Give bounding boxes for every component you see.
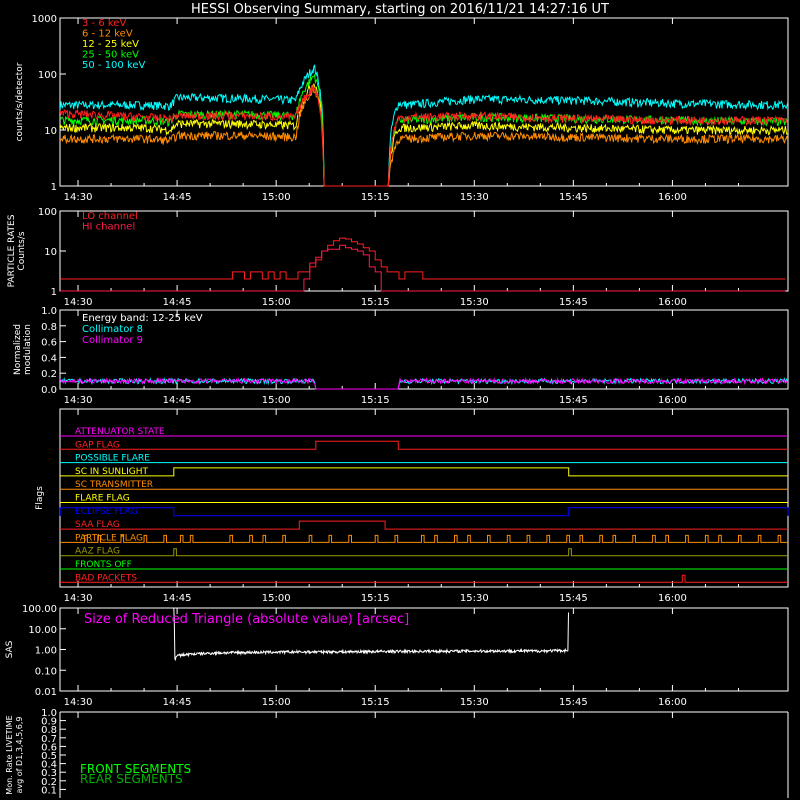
count_rates-legend-entry: 3 - 6 keV bbox=[82, 18, 126, 29]
count_rates-y-axis-label: counts/s/detector bbox=[15, 62, 25, 141]
modulation-x-tick-label: 15:30 bbox=[460, 395, 489, 406]
modulation-panel: 14:30 14:45 15:00 15:15 15:30 15:45 16:00 0.0 0.… bbox=[13, 306, 789, 406]
livetime-y-tick-label: 1.0 bbox=[41, 708, 57, 719]
flags-flag-trace bbox=[60, 440, 788, 450]
modulation-y-tick-label: 0.8 bbox=[41, 322, 57, 333]
modulation-legend-entry: Collimator 8 bbox=[82, 324, 143, 335]
particle_rates-x-tick-label: 16:00 bbox=[658, 297, 687, 308]
count_rates-series-line bbox=[59, 64, 789, 187]
sas-x-tick-label: 14:30 bbox=[64, 697, 93, 708]
flags-x-tick-label: 15:00 bbox=[262, 593, 291, 604]
particle_rates-y-axis-label: Counts/s bbox=[17, 231, 27, 270]
livetime-legend-entry: REAR SEGMENTS bbox=[80, 772, 183, 786]
flags-flag-trace bbox=[60, 520, 788, 530]
count_rates-legend-entry: 12 - 25 keV bbox=[82, 39, 139, 50]
particle_rates-x-tick-label: 15:00 bbox=[262, 297, 291, 308]
flags-x-tick-label: 15:30 bbox=[460, 593, 489, 604]
particle_rates-legend-entry: LO channel bbox=[82, 211, 138, 222]
sas-x-tick-label: 15:15 bbox=[361, 697, 390, 708]
sas-y-tick-label: 10.00 bbox=[28, 625, 57, 636]
modulation-legend-entry: Collimator 9 bbox=[82, 335, 143, 346]
count_rates-legend-entry: 6 - 12 keV bbox=[82, 29, 133, 40]
flags-flag-trace bbox=[59, 507, 789, 517]
count_rates-legend-entry: 25 - 50 keV bbox=[82, 50, 139, 61]
sas-x-tick-label: 16:00 bbox=[658, 697, 687, 708]
count_rates-x-tick-label: 14:45 bbox=[163, 192, 192, 203]
sas-y-tick-label: 0.10 bbox=[35, 666, 57, 677]
flags-flag-trace bbox=[60, 467, 788, 477]
count_rates-x-tick-label: 15:45 bbox=[559, 192, 588, 203]
modulation-y-tick-label: 1.0 bbox=[41, 306, 57, 317]
livetime-y-axis-label: avg of D1,3,4,5,6,9 bbox=[15, 717, 24, 794]
observing-summary-figure: HESSI Observing Summary, starting on 201… bbox=[5, 2, 789, 798]
modulation-y-axis-label: modulation bbox=[23, 324, 33, 375]
count_rates-y-tick-label: 1000 bbox=[32, 14, 57, 25]
flags-x-tick-label: 15:45 bbox=[559, 593, 588, 604]
modulation-x-tick-label: 14:45 bbox=[163, 395, 192, 406]
particle_rates-y-tick-label: 10 bbox=[44, 247, 57, 258]
panels: 14:30 14:45 15:00 15:15 15:30 15:45 16:0011010… bbox=[5, 14, 789, 798]
flags-flag-trace bbox=[60, 574, 788, 583]
particle_rates-y-tick-label: 1 bbox=[51, 287, 57, 298]
sas-x-tick-label: 15:00 bbox=[262, 697, 291, 708]
count_rates-legend-entry: 50 - 100 keV bbox=[82, 60, 146, 71]
sas-panel: 14:30 14:45 15:00 15:15 15:30 15:45 16:00 0.01 0… bbox=[5, 604, 789, 708]
particle_rates-series-line bbox=[60, 244, 786, 292]
modulation-annotation: Energy band: 12-25 keV bbox=[82, 313, 203, 324]
count_rates-y-tick-label: 10 bbox=[44, 126, 57, 137]
sas-x-tick-label: 14:45 bbox=[163, 697, 192, 708]
livetime-panel: 0.10.20.30.40.50.60.70.80.91.0Mon. Rate … bbox=[5, 708, 789, 798]
modulation-x-tick-label: 15:15 bbox=[361, 395, 390, 406]
modulation-y-tick-label: 0.0 bbox=[41, 385, 57, 396]
modulation-y-tick-label: 0.2 bbox=[41, 369, 57, 380]
flags-x-tick-label: 14:45 bbox=[163, 593, 192, 604]
modulation-y-tick-label: 0.4 bbox=[41, 353, 57, 364]
particle_rates-y-tick-label: 100 bbox=[38, 207, 57, 218]
count_rates-x-tick-label: 15:00 bbox=[262, 192, 291, 203]
flags-y-axis-label: Flags bbox=[35, 486, 45, 510]
figure-title: HESSI Observing Summary, starting on 201… bbox=[191, 2, 609, 17]
sas-y-tick-label: 1.00 bbox=[35, 646, 57, 657]
modulation-x-tick-label: 15:45 bbox=[559, 395, 588, 406]
modulation-y-axis-label: Normalized bbox=[13, 324, 23, 375]
flags-x-tick-label: 15:15 bbox=[361, 593, 390, 604]
flags-x-tick-label: 14:30 bbox=[64, 593, 93, 604]
modulation-x-tick-label: 14:30 bbox=[64, 395, 93, 406]
livetime-y-axis-label: Mon. Rate LIVETIME bbox=[5, 715, 14, 794]
particle_rates-y-axis-label: PARTICLE RATES bbox=[7, 214, 17, 287]
count_rates-x-tick-label: 15:15 bbox=[361, 192, 390, 203]
count_rates-x-tick-label: 14:30 bbox=[64, 192, 93, 203]
particle_rates-x-tick-label: 15:15 bbox=[361, 297, 390, 308]
flags-panel: 14:30 14:45 15:00 15:15 15:30 15:45 16:00 Flags… bbox=[35, 408, 789, 604]
count_rates-series-line bbox=[60, 73, 789, 187]
particle_rates-legend-entry: HI channel bbox=[82, 222, 135, 233]
sas-annotation: Size of Reduced Triangle (absolute value… bbox=[84, 612, 409, 627]
sas-y-axis-label: SAS bbox=[5, 640, 15, 658]
sas-y-tick-label: 100.00 bbox=[22, 604, 57, 615]
particle_rates-series-line bbox=[60, 237, 786, 280]
modulation-x-tick-label: 16:00 bbox=[658, 395, 687, 406]
particle_rates-panel: 14:30 14:45 15:00 15:15 15:30 15:45 16:00 1 10 10… bbox=[7, 207, 789, 308]
count_rates-x-tick-label: 15:30 bbox=[460, 192, 489, 203]
sas-y-tick-label: 0.01 bbox=[35, 687, 57, 698]
particle_rates-x-tick-label: 14:45 bbox=[163, 297, 192, 308]
count_rates-series-line bbox=[59, 84, 789, 187]
count_rates-y-tick-label: 100 bbox=[38, 70, 57, 81]
particle_rates-x-tick-label: 15:30 bbox=[460, 297, 489, 308]
flags-x-tick-label: 16:00 bbox=[658, 593, 687, 604]
count_rates-x-tick-label: 16:00 bbox=[658, 192, 687, 203]
count_rates-series-line bbox=[59, 83, 788, 187]
flags-flag-trace bbox=[60, 534, 788, 543]
count_rates-y-tick-label: 1 bbox=[51, 182, 57, 193]
count_rates-panel: 14:30 14:45 15:00 15:15 15:30 15:45 16:00 1 10 10… bbox=[15, 14, 789, 203]
particle_rates-x-tick-label: 14:30 bbox=[64, 297, 93, 308]
sas-x-tick-label: 15:30 bbox=[460, 697, 489, 708]
modulation-x-tick-label: 15:00 bbox=[262, 395, 291, 406]
modulation-y-tick-label: 0.6 bbox=[41, 338, 57, 349]
sas-x-tick-label: 15:45 bbox=[559, 697, 588, 708]
flags-flag-trace bbox=[60, 548, 788, 557]
particle_rates-x-tick-label: 15:45 bbox=[559, 297, 588, 308]
